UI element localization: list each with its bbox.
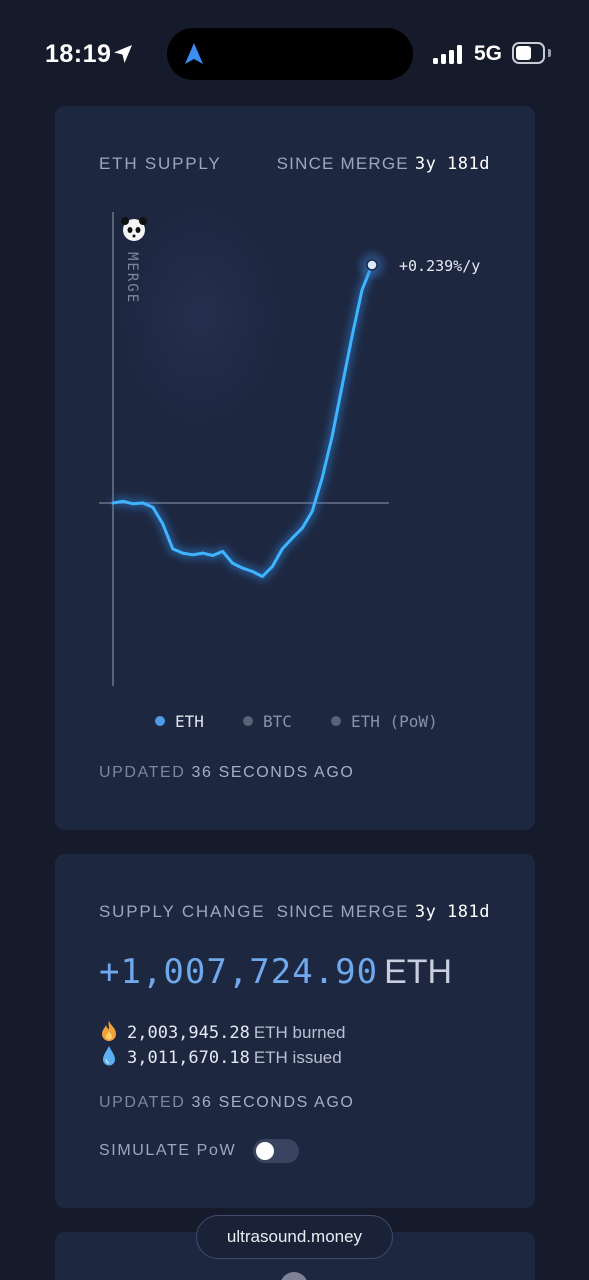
change-amount: +1,007,724.90: [99, 952, 379, 992]
cellular-signal-icon: [433, 44, 465, 64]
battery-icon: [512, 42, 545, 64]
burned-value: 2,003,945.28: [127, 1023, 250, 1043]
site-link-pill[interactable]: ultrasound.money: [196, 1215, 393, 1259]
endpoint-marker: [366, 259, 378, 271]
legend-item-eth-pow[interactable]: ETH (PoW): [331, 712, 438, 732]
legend-dot: [243, 716, 253, 726]
rate-label: +0.239%/y: [399, 257, 480, 275]
background-glow: [120, 206, 280, 426]
merge-label: MERGE: [124, 252, 140, 304]
toggle-knob: [256, 1142, 274, 1160]
navigation-arrow-icon: [185, 43, 203, 64]
burned-label: ETH burned: [253, 1023, 346, 1042]
legend-dot: [331, 716, 341, 726]
change-since-value: 3y 181d: [414, 902, 490, 922]
eth-supply-card: ETH SUPPLY SINCE MERGE 3y 181d MERGE +0.…: [55, 106, 535, 830]
burned-row: 2,003,945.28 ETH burned: [99, 1020, 346, 1043]
dynamic-island: [167, 28, 413, 80]
panda-logo-icon: [121, 217, 147, 241]
change-card-title: SUPPLY CHANGE: [99, 902, 266, 921]
supply-change-card: SUPPLY CHANGE SINCE MERGE 3y 181d +1,007,…: [55, 854, 535, 1208]
change-since-selector[interactable]: SINCE MERGE 3y 181d: [277, 902, 490, 922]
network-type: 5G: [474, 42, 503, 65]
fire-icon: [102, 1021, 116, 1041]
issued-row: 3,011,670.18 ETH issued: [99, 1045, 342, 1068]
change-updated-text: UPDATED 36 SECONDS AGO: [99, 1094, 355, 1111]
location-arrow-icon: [114, 45, 132, 63]
legend-label: ETH: [175, 712, 204, 731]
change-unit: ETH: [384, 953, 453, 991]
status-bar: 18:19 5G: [0, 0, 589, 100]
issued-label: ETH issued: [253, 1048, 342, 1067]
droplet-icon: [103, 1046, 115, 1066]
issued-value: 3,011,670.18: [127, 1048, 250, 1068]
legend-label: ETH (PoW): [351, 712, 438, 731]
legend-item-eth[interactable]: ETH: [155, 712, 204, 732]
chart-legend: ETH BTC ETH (PoW): [55, 712, 535, 734]
legend-dot: [155, 716, 165, 726]
battery-cap: [548, 49, 551, 57]
supply-updated-text: UPDATED 36 SECONDS AGO: [99, 764, 355, 781]
simulate-pow-toggle[interactable]: [253, 1139, 299, 1163]
supply-change-amount: +1,007,724.90 ETH: [99, 952, 452, 992]
supply-chart[interactable]: MERGE +0.239%/y: [55, 106, 535, 706]
simulate-pow-label: SIMULATE PoW: [99, 1142, 237, 1159]
legend-label: BTC: [263, 712, 292, 731]
status-time: 18:19: [45, 40, 112, 68]
change-since-label: SINCE MERGE: [276, 902, 409, 921]
legend-item-btc[interactable]: BTC: [243, 712, 292, 732]
